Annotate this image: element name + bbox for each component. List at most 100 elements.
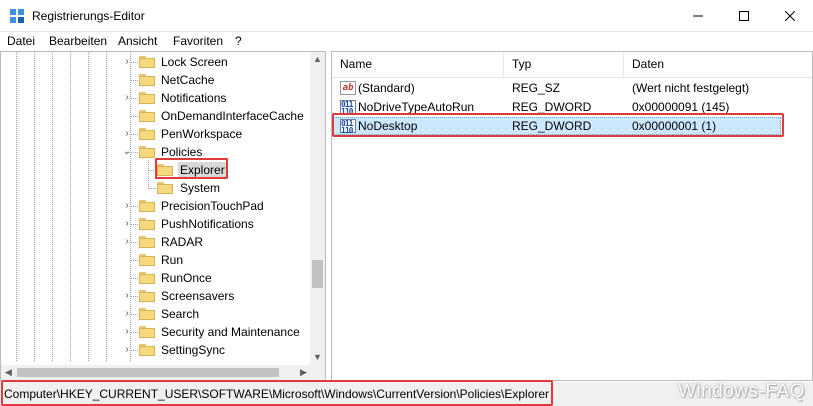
tree-guide-line: [131, 314, 138, 315]
folder-icon: [139, 128, 155, 140]
tree-item-label: Policies: [161, 145, 203, 159]
tree-guide-line: [131, 224, 138, 225]
tree-item[interactable]: System: [1, 179, 311, 197]
tree-item-label: Notifications: [161, 91, 227, 105]
tree-guide-line: [131, 350, 138, 351]
value-name: (Standard): [358, 81, 415, 95]
tree-guide-line: [131, 134, 138, 135]
menu-favoriten[interactable]: Favoriten: [173, 34, 223, 48]
tree-guide-line: [131, 332, 138, 333]
tree-item-label: Security and Maintenance: [161, 325, 300, 339]
folder-icon: [139, 74, 155, 86]
folder-icon: [139, 146, 155, 158]
tree-vscroll-thumb[interactable]: [312, 260, 323, 288]
tree-guide-line: [131, 206, 138, 207]
column-header-type[interactable]: Typ: [504, 52, 624, 77]
menu-help[interactable]: ?: [235, 34, 242, 48]
tree-item-label: OnDemandInterfaceCache: [161, 109, 304, 123]
tree-item-label: RunOnce: [161, 271, 212, 285]
status-path-highlight-box: [1, 380, 553, 406]
folder-icon: [139, 92, 155, 104]
tree-vertical-scrollbar[interactable]: ▲ ▼: [310, 52, 325, 365]
maximize-icon: [739, 11, 749, 21]
tree-hscroll-thumb[interactable]: [17, 368, 279, 377]
close-icon: [785, 11, 795, 21]
tree-item-label: Search: [161, 307, 200, 321]
tree-guide-line: [131, 242, 138, 243]
tree-item[interactable]: › Lock Screen: [1, 53, 311, 71]
tree-item[interactable]: › PushNotifications: [1, 215, 311, 233]
tree-item[interactable]: › PenWorkspace: [1, 125, 311, 143]
tree-item-label: Run: [161, 253, 184, 267]
folder-icon: [139, 200, 155, 212]
tree-guide-line: [131, 278, 138, 279]
column-header-data[interactable]: Daten: [624, 52, 812, 77]
string-value-icon: ab: [340, 81, 356, 95]
folder-icon: [139, 290, 155, 302]
folder-icon: [139, 254, 155, 266]
scrollbar-corner: [310, 365, 325, 380]
scroll-down-icon[interactable]: ▼: [310, 350, 325, 365]
folder-icon: [139, 218, 155, 230]
tree-item-label: PenWorkspace: [161, 127, 243, 141]
tree-item[interactable]: RunOnce: [1, 269, 311, 287]
value-name: NoDriveTypeAutoRun: [358, 100, 475, 114]
value-type: REG_SZ: [512, 81, 561, 95]
tree-guide-line: [131, 152, 138, 153]
column-header-name[interactable]: Name: [332, 52, 504, 77]
tree-item-label: System: [180, 181, 221, 195]
tree-item[interactable]: Run: [1, 251, 311, 269]
maximize-button[interactable]: [721, 0, 767, 32]
tree-guide-line: [131, 296, 138, 297]
tree-item[interactable]: OnDemandInterfaceCache: [1, 107, 311, 125]
tree-item-label: RADAR: [161, 235, 204, 249]
tree-item[interactable]: › SettingSync: [1, 341, 311, 359]
watermark-text: Windows-FAQ: [678, 381, 805, 402]
close-button[interactable]: [767, 0, 813, 32]
scroll-right-icon[interactable]: ▶: [296, 365, 311, 380]
tree-guide-line: [131, 260, 138, 261]
menu-datei[interactable]: Datei: [7, 34, 35, 48]
scroll-left-icon[interactable]: ◀: [1, 365, 16, 380]
tree-horizontal-scrollbar[interactable]: ◀ ▶: [1, 365, 311, 380]
folder-icon: [157, 182, 173, 194]
value-row[interactable]: ab (Standard) REG_SZ (Wert nicht festgelegt…: [332, 79, 812, 97]
registry-editor-app-icon: [10, 9, 24, 23]
tree-item-label: PrecisionTouchPad: [161, 199, 264, 213]
minimize-button[interactable]: [675, 0, 721, 32]
explorer-key-highlight-box: [155, 158, 228, 179]
tree-item[interactable]: › Notifications: [1, 89, 311, 107]
tree-item[interactable]: › PrecisionTouchPad: [1, 197, 311, 215]
minimize-icon: [693, 15, 703, 17]
tree-item[interactable]: › Screensavers: [1, 287, 311, 305]
tree-guide-line: [131, 80, 138, 81]
tree-item[interactable]: › Security and Maintenance: [1, 323, 311, 341]
folder-icon: [139, 326, 155, 338]
tree-guide-line: [131, 98, 138, 99]
scroll-up-icon[interactable]: ▲: [310, 52, 325, 67]
key-tree-pane[interactable]: › Lock Screen NetCache › Notifications OnDema…: [0, 51, 326, 381]
menu-bearbeiten[interactable]: Bearbeiten: [49, 34, 107, 48]
tree-item[interactable]: NetCache: [1, 71, 311, 89]
tree-item-label: Lock Screen: [161, 55, 228, 69]
tree-guide-line: [149, 188, 156, 189]
folder-icon: [139, 110, 155, 122]
tree-item-label: PushNotifications: [161, 217, 254, 231]
tree-item-label: Screensavers: [161, 289, 235, 303]
menu-bar: Datei Bearbeiten Ansicht Favoriten ?: [0, 32, 813, 50]
binary-value-icon: 011 110: [340, 100, 356, 116]
title-bar: Registrierungs-Editor: [0, 0, 813, 32]
tree-item[interactable]: › Search: [1, 305, 311, 323]
tree-item-label: SettingSync: [161, 343, 226, 357]
tree-guide-line: [131, 116, 138, 117]
folder-icon: [139, 344, 155, 356]
tree-item[interactable]: › RADAR: [1, 233, 311, 251]
value-type: REG_DWORD: [512, 100, 592, 114]
menu-ansicht[interactable]: Ansicht: [118, 34, 157, 48]
window-title: Registrierungs-Editor: [32, 9, 145, 23]
value-data: (Wert nicht festgelegt): [632, 81, 750, 95]
values-list-pane[interactable]: Name Typ Daten ab (Standard) REG_SZ (Wert n…: [331, 51, 813, 381]
nodesktop-row-highlight-box: [332, 113, 784, 137]
folder-icon: [139, 308, 155, 320]
folder-icon: [139, 236, 155, 248]
